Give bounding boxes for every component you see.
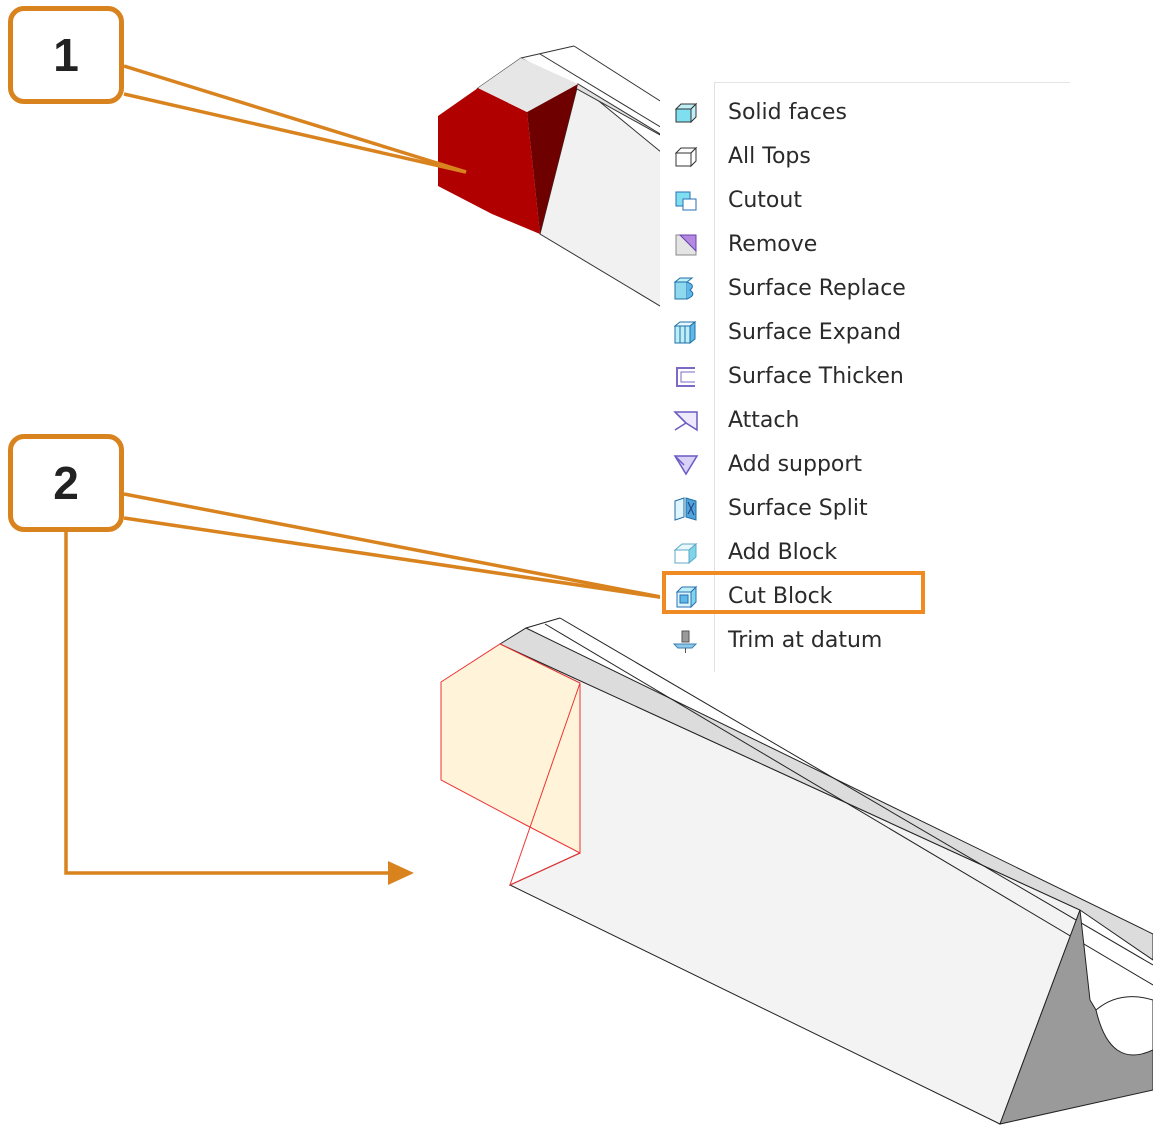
- menu-item-add-support[interactable]: Add support: [660, 443, 1070, 487]
- menu-item-surface-split[interactable]: Surface Split: [660, 487, 1070, 531]
- callout-1: 1: [8, 6, 124, 104]
- callout-2: 2: [8, 434, 124, 532]
- menu-item-label: Trim at datum: [728, 628, 883, 653]
- menu-item-solid-faces[interactable]: Solid faces: [660, 91, 1070, 135]
- part-edge: [520, 45, 575, 59]
- all-tops-icon: [668, 144, 702, 170]
- menu-item-label: Surface Split: [728, 496, 868, 521]
- menu-item-surface-replace[interactable]: Surface Replace: [660, 267, 1070, 311]
- callout-1-leader: [123, 64, 467, 174]
- menu-item-remove[interactable]: Remove: [660, 223, 1070, 267]
- menu-item-surface-expand[interactable]: Surface Expand: [660, 311, 1070, 355]
- surface-expand-icon: [668, 320, 702, 346]
- menu-item-surface-thicken[interactable]: Surface Thicken: [660, 355, 1070, 399]
- add-support-icon: [668, 452, 702, 478]
- add-block-icon: [668, 540, 702, 566]
- menu-item-add-block[interactable]: Add Block: [660, 531, 1070, 575]
- menu-item-label: Surface Expand: [728, 320, 902, 345]
- cutout-icon: [668, 188, 702, 214]
- part-edge: [525, 617, 561, 629]
- menu-item-label: Surface Replace: [728, 276, 906, 301]
- part-model-after[interactable]: [440, 617, 1153, 1125]
- callout-2-arrow-line: [64, 532, 398, 875]
- callout-2-arrowhead: [388, 861, 414, 885]
- cut-block-face[interactable]: [440, 643, 581, 854]
- cut-block-highlight-frame: [662, 571, 925, 614]
- menu-item-trim-at-datum[interactable]: Trim at datum: [660, 619, 1070, 663]
- callout-2-leader: [123, 516, 667, 600]
- callout-1-leader: [123, 92, 467, 174]
- surface-thicken-icon: [668, 364, 702, 390]
- trim-at-datum-icon: [668, 628, 702, 654]
- menu-item-label: Add Block: [728, 540, 838, 565]
- surface-replace-icon: [668, 276, 702, 302]
- menu-item-label: Surface Thicken: [728, 364, 904, 389]
- menu-item-attach[interactable]: Attach: [660, 399, 1070, 443]
- menu-item-label: All Tops: [728, 144, 811, 169]
- menu-item-label: Attach: [728, 408, 800, 433]
- callout-2-leader: [123, 492, 667, 600]
- part-long-face: [499, 643, 1081, 1125]
- remove-icon: [668, 232, 702, 258]
- attach-icon: [668, 408, 702, 434]
- menu-item-label: Cutout: [728, 188, 802, 213]
- menu-item-all-tops[interactable]: All Tops: [660, 135, 1070, 179]
- menu-item-label: Remove: [728, 232, 818, 257]
- surface-split-icon: [668, 496, 702, 522]
- menu-item-label: Add support: [728, 452, 863, 477]
- solid-faces-icon: [668, 100, 702, 126]
- menu-item-cutout[interactable]: Cutout: [660, 179, 1070, 223]
- menu-top-border: [715, 82, 1070, 83]
- menu-item-label: Solid faces: [728, 100, 847, 125]
